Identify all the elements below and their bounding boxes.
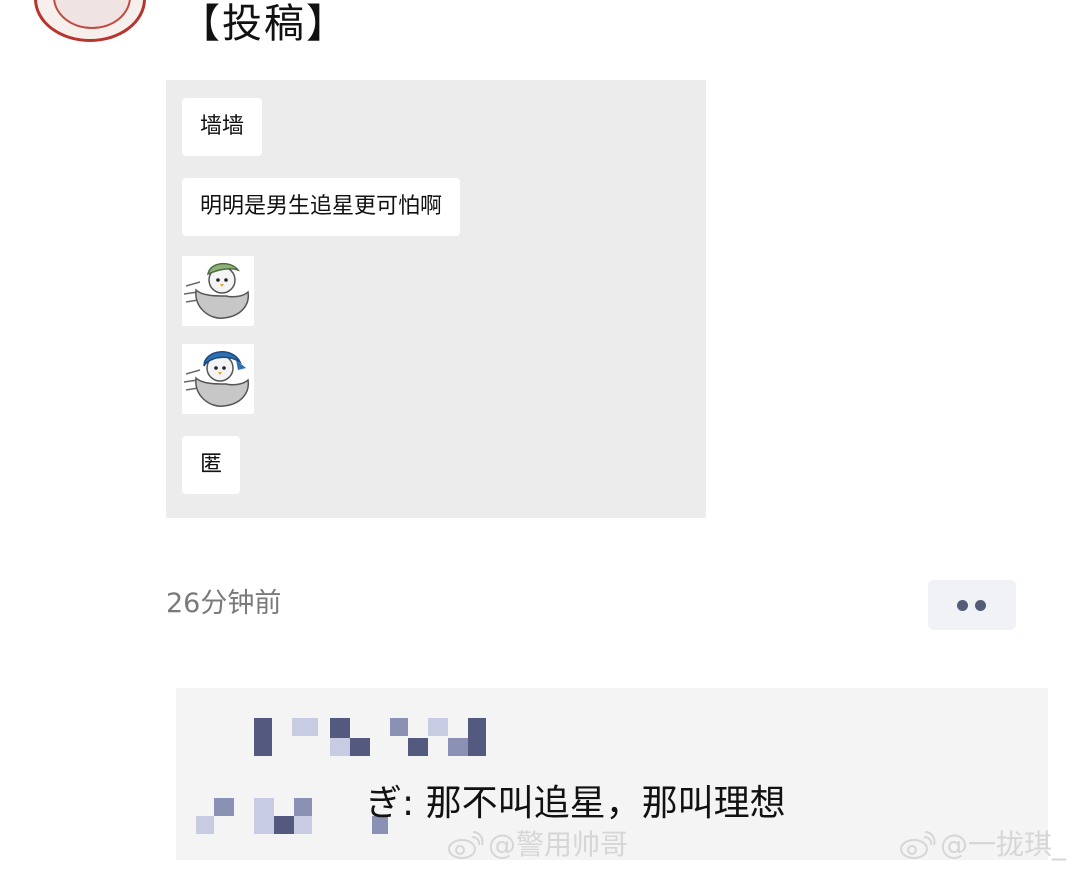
weibo-icon: [900, 831, 936, 859]
chat-bubble: 匿: [182, 436, 241, 494]
weibo-icon: [448, 831, 484, 859]
avatar-seal: [53, 0, 131, 29]
comment-text: ぎ: 那不叫追星，那叫理想: [366, 780, 786, 828]
comment-author-fragment: ぎ: [366, 783, 403, 824]
watermark-text: @一拢琪_: [940, 828, 1067, 861]
chat-bubble: 墙墙: [182, 98, 263, 156]
penguin-green-hat-sticker: [182, 256, 254, 326]
more-dots-icon: [957, 600, 968, 611]
more-options-button[interactable]: [928, 580, 1016, 630]
avatar[interactable]: [34, 0, 146, 42]
comment-body: : 那不叫追星，那叫理想: [402, 783, 786, 824]
watermark-text: @警用帅哥: [488, 828, 629, 861]
watermark: @一拢琪_: [898, 828, 1066, 862]
more-dots-icon: [975, 600, 986, 611]
penguin-blue-hat-sticker: [182, 344, 254, 414]
chat-bubble: 明明是男生追星更可怕啊: [182, 178, 461, 236]
watermark: @警用帅哥: [446, 828, 628, 862]
post-title: 【投稿】: [180, 1, 348, 47]
post-timestamp: 26分钟前: [166, 588, 282, 619]
